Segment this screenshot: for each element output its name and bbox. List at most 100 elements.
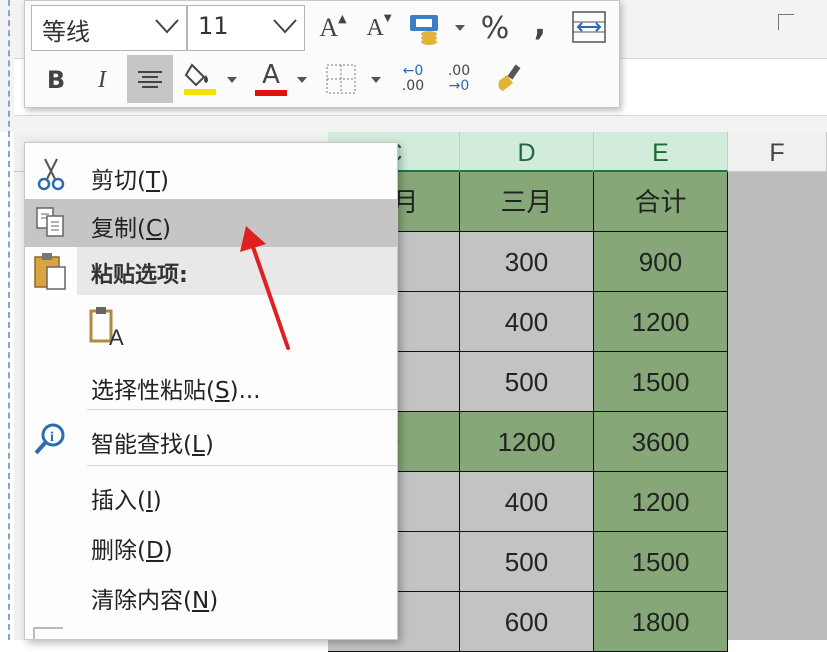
- quick-analysis-icon: [33, 627, 63, 639]
- accounting-format-button[interactable]: [405, 7, 445, 49]
- cell-d-6[interactable]: 500: [460, 532, 594, 592]
- cell-d-header[interactable]: 三月: [460, 172, 594, 232]
- chevron-down-icon[interactable]: [154, 16, 180, 36]
- paste-text-only-icon: A: [89, 307, 124, 350]
- menu-item-delete[interactable]: 删除(D): [25, 521, 397, 569]
- increase-font-size-button[interactable]: A ▲: [315, 9, 351, 47]
- clipboard-icon: [34, 253, 66, 290]
- access-key: N: [191, 588, 210, 614]
- cell-e-4[interactable]: 3600: [594, 412, 728, 472]
- column-header-f[interactable]: F: [728, 132, 827, 172]
- decrease-decimal-button[interactable]: .00 →0: [441, 59, 477, 99]
- cell-d-4[interactable]: 1200: [460, 412, 594, 472]
- menu-item-paste-special-label: 选择性粘贴(S)...: [91, 371, 261, 405]
- increase-decimal-top: ←0: [402, 63, 424, 79]
- cell-d-1[interactable]: 300: [460, 232, 594, 292]
- menu-item-cut[interactable]: 剪切(T): [25, 151, 397, 199]
- increase-font-glyph: A: [319, 13, 339, 42]
- cell-d-7[interactable]: 600: [460, 592, 594, 652]
- label-end: ): [204, 432, 214, 458]
- access-key: S: [214, 378, 230, 404]
- menu-item-cut-label: 剪切(T): [91, 161, 169, 195]
- font-name-combo[interactable]: 等线: [31, 5, 187, 51]
- label-end: ): [160, 168, 170, 194]
- bold-button[interactable]: B: [39, 59, 73, 101]
- caret-up-icon: ▲: [338, 11, 347, 25]
- column-header-d[interactable]: D: [460, 132, 594, 172]
- menu-item-paste-special[interactable]: 选择性粘贴(S)...: [25, 361, 397, 409]
- percent-button[interactable]: %: [475, 7, 515, 49]
- caret-down-icon: ▼: [383, 12, 392, 24]
- svg-text:i: i: [50, 430, 54, 445]
- decrease-font-size-button[interactable]: A ▼: [361, 9, 397, 47]
- cell-e-3[interactable]: 1500: [594, 352, 728, 412]
- cell-e-6[interactable]: 1500: [594, 532, 728, 592]
- label-text: 剪切(: [91, 168, 146, 194]
- scissors-icon: [37, 158, 65, 191]
- paste-keep-text-only-button[interactable]: A: [87, 305, 135, 350]
- font-color-button[interactable]: A: [251, 57, 291, 99]
- menu-item-clear-contents[interactable]: 清除内容(N): [25, 571, 397, 619]
- dialog-launcher-icon[interactable]: [778, 14, 794, 30]
- access-key: T: [145, 168, 161, 194]
- font-size-value: 11: [198, 12, 229, 40]
- align-center-icon: [138, 71, 162, 88]
- mini-toolbar: 等线 11 A ▲ A ▼ % , B I A ←0 .00 .00 →0: [24, 0, 620, 108]
- accounting-dropdown-icon[interactable]: [455, 25, 465, 31]
- align-center-button[interactable]: [127, 55, 173, 103]
- font-size-combo[interactable]: 11: [187, 5, 305, 51]
- cell-e-7[interactable]: 1800: [594, 592, 728, 652]
- font-color-swatch: [255, 90, 287, 96]
- menu-item-copy-label: 复制(C): [91, 209, 171, 243]
- currency-icon: [410, 15, 438, 45]
- cell-d-3[interactable]: 500: [460, 352, 594, 412]
- menu-item-clear-contents-label: 清除内容(N): [91, 581, 218, 615]
- menu-item-smart-lookup[interactable]: i 智能查找(L): [25, 415, 397, 463]
- column-f-cells[interactable]: [728, 172, 827, 640]
- label-end: ): [162, 216, 172, 242]
- paste-options-label: 粘贴选项:: [91, 263, 188, 288]
- cell-d-5[interactable]: 400: [460, 472, 594, 532]
- borders-dropdown-icon[interactable]: [371, 77, 381, 83]
- borders-button[interactable]: [323, 59, 359, 99]
- access-key: I: [145, 488, 153, 514]
- paint-bucket-icon: [184, 63, 216, 95]
- font-color-dropdown-icon[interactable]: [297, 77, 307, 83]
- access-key: D: [145, 538, 164, 564]
- menu-item-copy[interactable]: 复制(C): [25, 199, 397, 247]
- fill-color-button[interactable]: [179, 57, 221, 99]
- label-end: ): [163, 538, 173, 564]
- decrease-font-glyph: A: [366, 14, 384, 41]
- cell-e-5[interactable]: 1200: [594, 472, 728, 532]
- fill-color-dropdown-icon[interactable]: [227, 77, 237, 83]
- menu-item-delete-label: 删除(D): [91, 531, 173, 565]
- menu-separator: [87, 465, 397, 466]
- svg-text:A: A: [109, 325, 124, 349]
- label-text: 清除内容(: [91, 588, 192, 614]
- increase-decimal-button[interactable]: ←0 .00: [395, 59, 431, 99]
- access-key: L: [191, 432, 205, 458]
- menu-item-insert[interactable]: 插入(I): [25, 471, 397, 519]
- paintbrush-icon: [498, 64, 521, 91]
- annotation-arrow-icon: [240, 226, 290, 350]
- decrease-decimal-bottom: →0: [448, 78, 470, 94]
- label-text: 插入(: [91, 488, 146, 514]
- merge-cells-button[interactable]: [569, 7, 609, 47]
- menu-separator: [87, 409, 397, 410]
- italic-button[interactable]: I: [85, 59, 119, 101]
- chevron-down-icon[interactable]: [272, 16, 298, 36]
- selection-dashed-border: [8, 0, 10, 640]
- menu-item-insert-label: 插入(I): [91, 481, 162, 515]
- format-painter-button[interactable]: [489, 59, 527, 99]
- column-header-e[interactable]: E: [594, 132, 728, 172]
- cell-e-2[interactable]: 1200: [594, 292, 728, 352]
- merge-center-icon: [572, 11, 606, 43]
- increase-decimal-bottom: .00: [401, 78, 425, 94]
- cell-e-header[interactable]: 合计: [594, 172, 728, 232]
- borders-icon: [326, 64, 356, 94]
- label-end: ): [209, 588, 219, 614]
- comma-style-button[interactable]: ,: [525, 3, 555, 45]
- cell-e-1[interactable]: 900: [594, 232, 728, 292]
- context-menu: 剪切(T) 复制(C) 粘贴选项: A 选择性粘贴(S)... i 智能查找(L…: [24, 142, 398, 640]
- cell-d-2[interactable]: 400: [460, 292, 594, 352]
